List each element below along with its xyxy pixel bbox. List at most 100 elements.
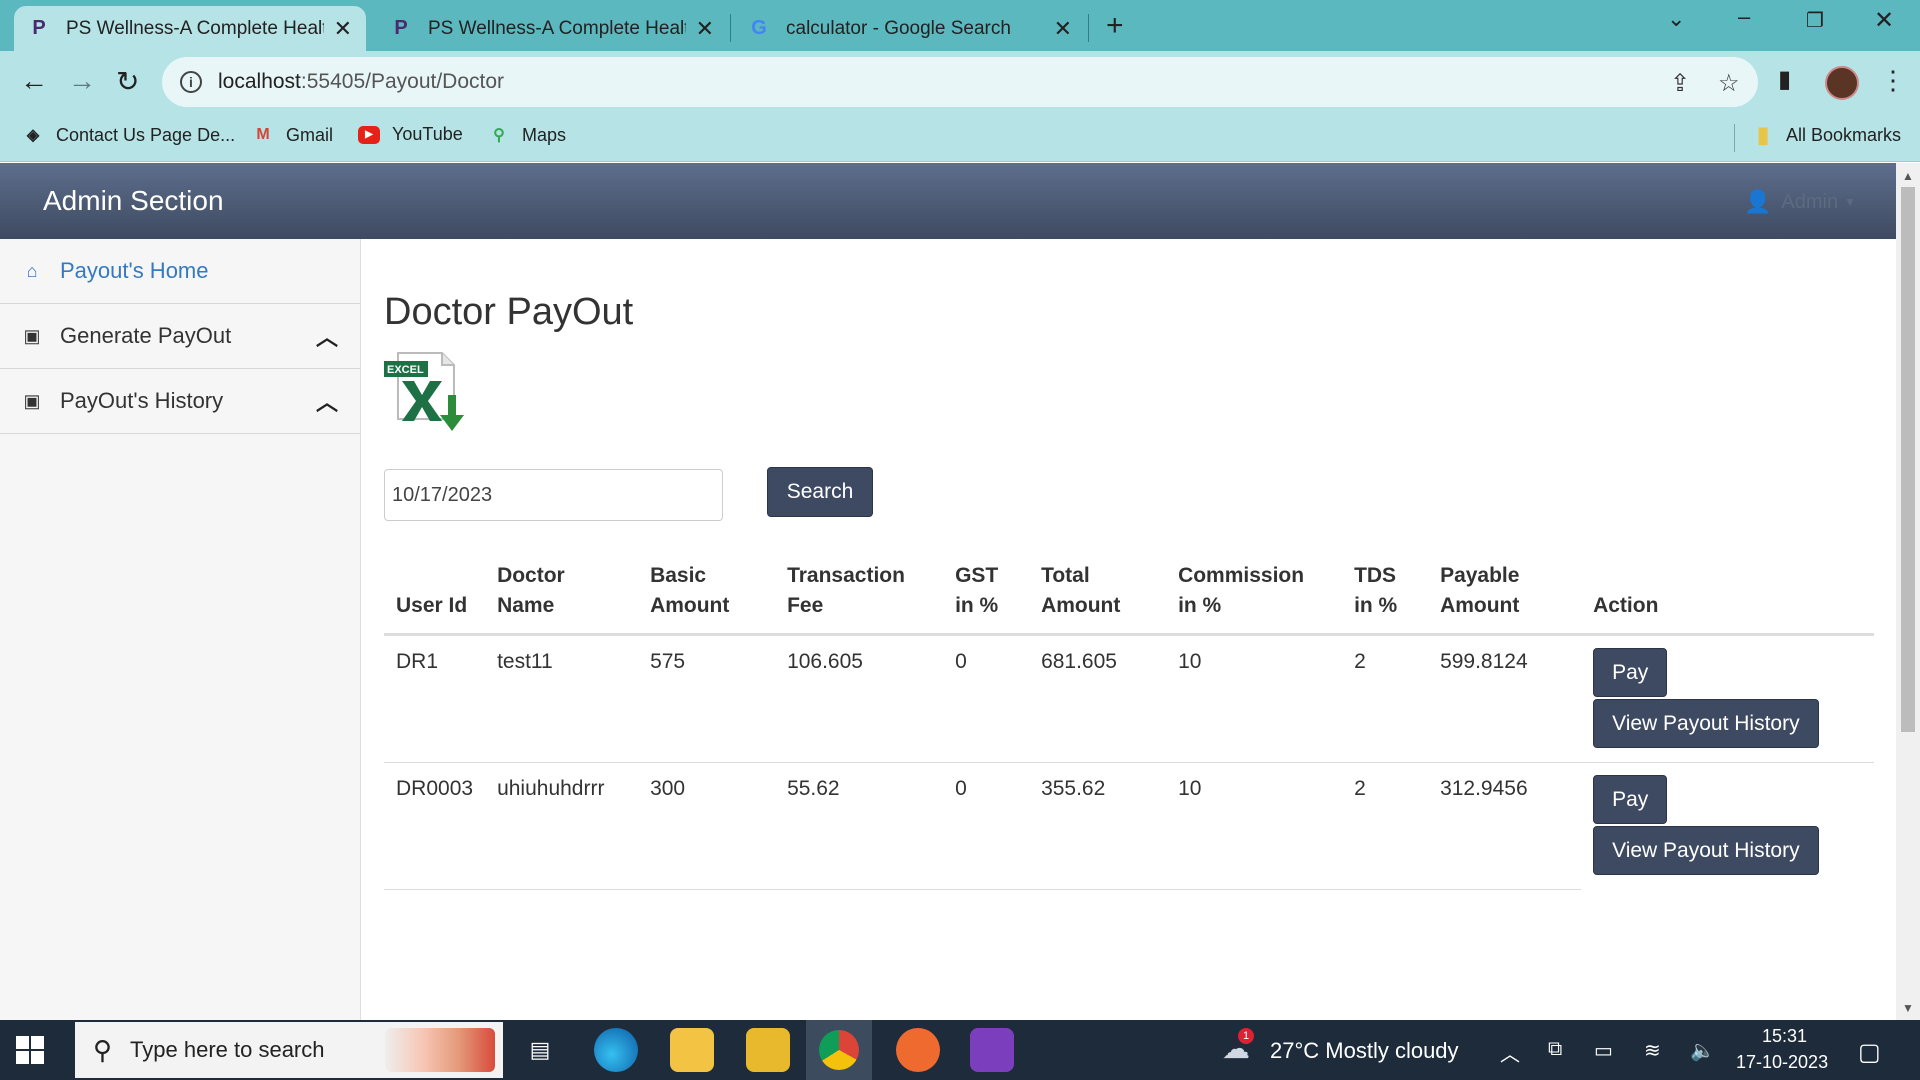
close-window-icon[interactable]: ✕ (1874, 6, 1894, 35)
header-total-amount: Total Amount (1029, 549, 1167, 636)
meet-now-icon[interactable]: ⧉ (1548, 1038, 1562, 1061)
header-doctor-name: Doctor Name (485, 549, 639, 636)
header-action: Action (1581, 549, 1874, 636)
cell-commission: 10 (1166, 634, 1343, 763)
caret-down-icon: ▼ (1844, 195, 1856, 209)
site-info-icon[interactable]: i (180, 71, 202, 93)
pay-button[interactable]: Pay (1593, 775, 1668, 824)
new-tab-plus-icon[interactable]: + (1106, 9, 1124, 43)
cell-basic-amount: 300 (638, 762, 776, 890)
excel-label: EXCEL (387, 364, 424, 376)
cell-action: Pay View Payout History (1581, 634, 1874, 763)
table-header-row: User Id Doctor Name Basic Amount Transacti… (384, 549, 1874, 636)
scrollbar-thumb[interactable] (1901, 187, 1915, 732)
cell-gst: 0 (943, 762, 1030, 890)
table-row: DR1 test11 575 106.605 0 681.605 10 2 59… (384, 634, 1874, 763)
battery-icon[interactable]: ▭ (1594, 1038, 1613, 1063)
cell-doctor-name: test11 (485, 634, 639, 763)
volume-icon[interactable]: 🔈 (1690, 1038, 1715, 1063)
restore-icon[interactable]: ❐ (1806, 8, 1824, 33)
view-payout-history-button[interactable]: View Payout History (1593, 699, 1819, 748)
close-tab-icon[interactable]: ✕ (696, 16, 714, 42)
page-title: Doctor PayOut (384, 291, 634, 333)
cell-user-id: DR0003 (384, 762, 486, 890)
chevron-up-icon: ︿ (315, 390, 338, 415)
maps-icon: ⚲ (493, 127, 505, 144)
close-tab-icon[interactable]: ✕ (1054, 16, 1072, 42)
bookmark-star-icon[interactable]: ☆ (1718, 69, 1740, 98)
view-payout-history-button[interactable]: View Payout History (1593, 826, 1819, 875)
cell-gst: 0 (943, 634, 1030, 763)
browser-tab-bar: P PS Wellness-A Complete Health ✕ P PS W… (0, 0, 1920, 51)
scroll-up-arrow-icon[interactable]: ▲ (1902, 169, 1914, 183)
cell-total-amount: 355.62 (1029, 762, 1167, 890)
money-icon: ▣ (23, 325, 41, 346)
page-scrollbar[interactable]: ▲ ▼ (1896, 163, 1920, 1020)
codepen-icon: ◈ (26, 127, 40, 144)
tab-separator (730, 14, 731, 42)
tab-google-search[interactable]: G calculator - Google Search ✕ (734, 6, 1086, 51)
notifications-icon[interactable]: ▢ (1858, 1038, 1881, 1067)
side-panel-icon[interactable]: ▮ (1778, 65, 1791, 94)
browser-menu-icon[interactable]: ⋮ (1880, 65, 1906, 96)
google-favicon-icon: G (751, 17, 767, 39)
cell-action: Pay View Payout History (1581, 763, 1874, 890)
sidebar-item-payout-history[interactable]: ▣ PayOut's History ︿ (0, 369, 360, 434)
admin-user-menu[interactable]: 👤 Admin ▼ (1744, 189, 1856, 215)
visual-studio-icon[interactable] (970, 1028, 1014, 1072)
tab-separator (1088, 14, 1089, 42)
payout-table: User Id Doctor Name Basic Amount Transacti… (384, 549, 1874, 890)
header-payable-amount: Payable Amount (1428, 549, 1582, 636)
show-hidden-icons-chevron-icon[interactable]: ︿ (1500, 1038, 1520, 1067)
admin-section-title: Admin Section (43, 185, 224, 216)
forward-arrow-icon[interactable]: → (68, 65, 96, 97)
cell-tds: 2 (1342, 762, 1429, 890)
share-icon[interactable]: ⇪ (1670, 69, 1690, 98)
admin-header: Admin Section 👤 Admin ▼ (0, 163, 1896, 239)
reload-icon[interactable]: ↻ (116, 65, 139, 98)
clock-time[interactable]: 15:31 (1762, 1026, 1807, 1047)
bookmark-maps[interactable]: ⚲ Maps (488, 124, 566, 146)
bookmarks-bar: ◈ Contact Us Page De... M Gmail ▶ YouTub… (0, 114, 1920, 162)
pay-button[interactable]: Pay (1593, 648, 1668, 697)
wifi-icon[interactable]: ≋ (1644, 1038, 1661, 1063)
tab-ps-wellness-1[interactable]: P PS Wellness-A Complete Health ✕ (14, 6, 366, 51)
ps-wellness-favicon-icon: P (32, 17, 46, 39)
table-row: DR0003 uhiuhuhdrrr 300 55.62 0 355.62 10… (384, 762, 1874, 890)
cell-transaction-fee: 106.605 (775, 634, 944, 763)
file-explorer-icon[interactable] (670, 1028, 714, 1072)
task-view-icon[interactable]: ▤ (518, 1028, 562, 1072)
cell-transaction-fee: 55.62 (775, 762, 944, 890)
profile-avatar[interactable] (1825, 66, 1859, 100)
tab-search-chevron-icon[interactable]: ⌄ (1667, 6, 1685, 32)
sidebar-item-generate-payout[interactable]: ▣ Generate PayOut ︿ (0, 304, 360, 369)
tab-title: calculator - Google Search (786, 17, 1011, 39)
bookmark-contact-us[interactable]: ◈ Contact Us Page De... (22, 124, 235, 146)
close-tab-icon[interactable]: ✕ (334, 16, 352, 42)
weather-text[interactable]: 27°C Mostly cloudy (1270, 1038, 1459, 1064)
bookmark-youtube[interactable]: ▶ YouTube (358, 124, 463, 145)
app-icon[interactable] (746, 1028, 790, 1072)
back-arrow-icon[interactable]: ← (20, 65, 48, 97)
excel-export-icon[interactable]: EXCEL (384, 349, 470, 433)
windows-start-icon[interactable] (16, 1036, 44, 1064)
edge-icon[interactable] (594, 1028, 638, 1072)
scroll-down-arrow-icon[interactable]: ▼ (1902, 1001, 1914, 1015)
user-icon: 👤 (1744, 189, 1772, 214)
sidebar-item-payouts-home[interactable]: ⌂ Payout's Home (0, 239, 360, 304)
windows-taskbar: ⚲ Type here to search ▤ ☁ 1 27°C Mostly … (0, 1020, 1920, 1080)
cell-user-id: DR1 (384, 634, 486, 763)
taskbar-search-box[interactable]: ⚲ Type here to search (75, 1022, 503, 1078)
chrome-taskbar-button[interactable] (806, 1020, 872, 1080)
postman-icon[interactable] (896, 1028, 940, 1072)
date-field[interactable] (384, 469, 723, 521)
weather-badge: 1 (1238, 1028, 1254, 1044)
bookmark-gmail[interactable]: M Gmail (252, 124, 333, 146)
all-bookmarks[interactable]: ▮ All Bookmarks (1752, 122, 1901, 147)
clock-date[interactable]: 17-10-2023 (1736, 1052, 1828, 1073)
tab-ps-wellness-2[interactable]: P PS Wellness-A Complete Health ✕ (376, 6, 728, 51)
search-button[interactable]: Search (767, 467, 873, 517)
address-bar[interactable]: i localhost:55405/Payout/Doctor ⇪ ☆ (162, 57, 1758, 107)
header-user-id: User Id (384, 549, 486, 636)
minimize-icon[interactable]: – (1738, 4, 1750, 30)
